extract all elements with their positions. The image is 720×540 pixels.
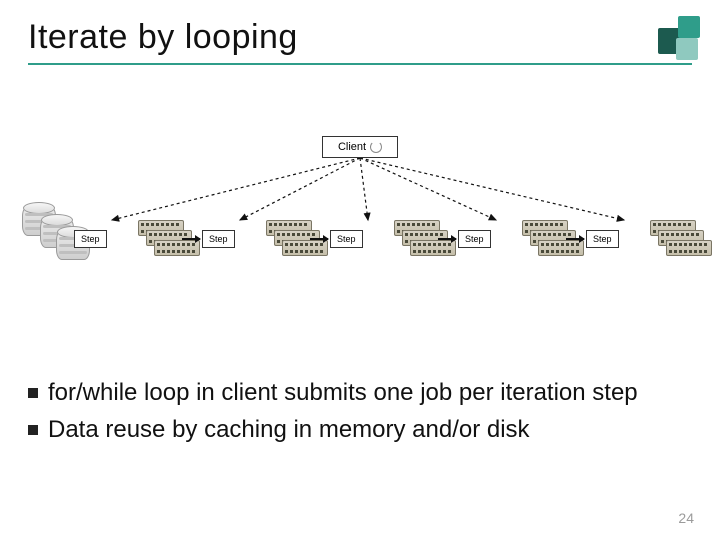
step-label: Step	[74, 230, 107, 248]
fanout-arrows	[0, 100, 720, 310]
step-label: Step	[202, 230, 235, 248]
bullet-item: for/while loop in client submits one job…	[28, 378, 692, 409]
slide-title: Iterate by looping	[28, 18, 692, 57]
client-label: Client	[338, 141, 366, 153]
slide-root: Iterate by looping Client Step	[0, 0, 720, 540]
bullet-item: Data reuse by caching in memory and/or d…	[28, 415, 692, 446]
bullet-list: for/while loop in client submits one job…	[28, 378, 692, 451]
bullet-text: for/while loop in client submits one job…	[48, 378, 638, 409]
page-number: 24	[678, 510, 694, 526]
step-label: Step	[458, 230, 491, 248]
title-underline	[28, 63, 692, 65]
bullet-marker-icon	[28, 388, 38, 398]
bullet-text: Data reuse by caching in memory and/or d…	[48, 415, 530, 446]
client-box: Client	[322, 136, 398, 158]
bullet-marker-icon	[28, 425, 38, 435]
cycle-icon	[370, 141, 382, 153]
brand-logo	[640, 16, 700, 60]
diagram: Client Step Step	[0, 100, 720, 310]
step-label: Step	[330, 230, 363, 248]
step-label: Step	[586, 230, 619, 248]
